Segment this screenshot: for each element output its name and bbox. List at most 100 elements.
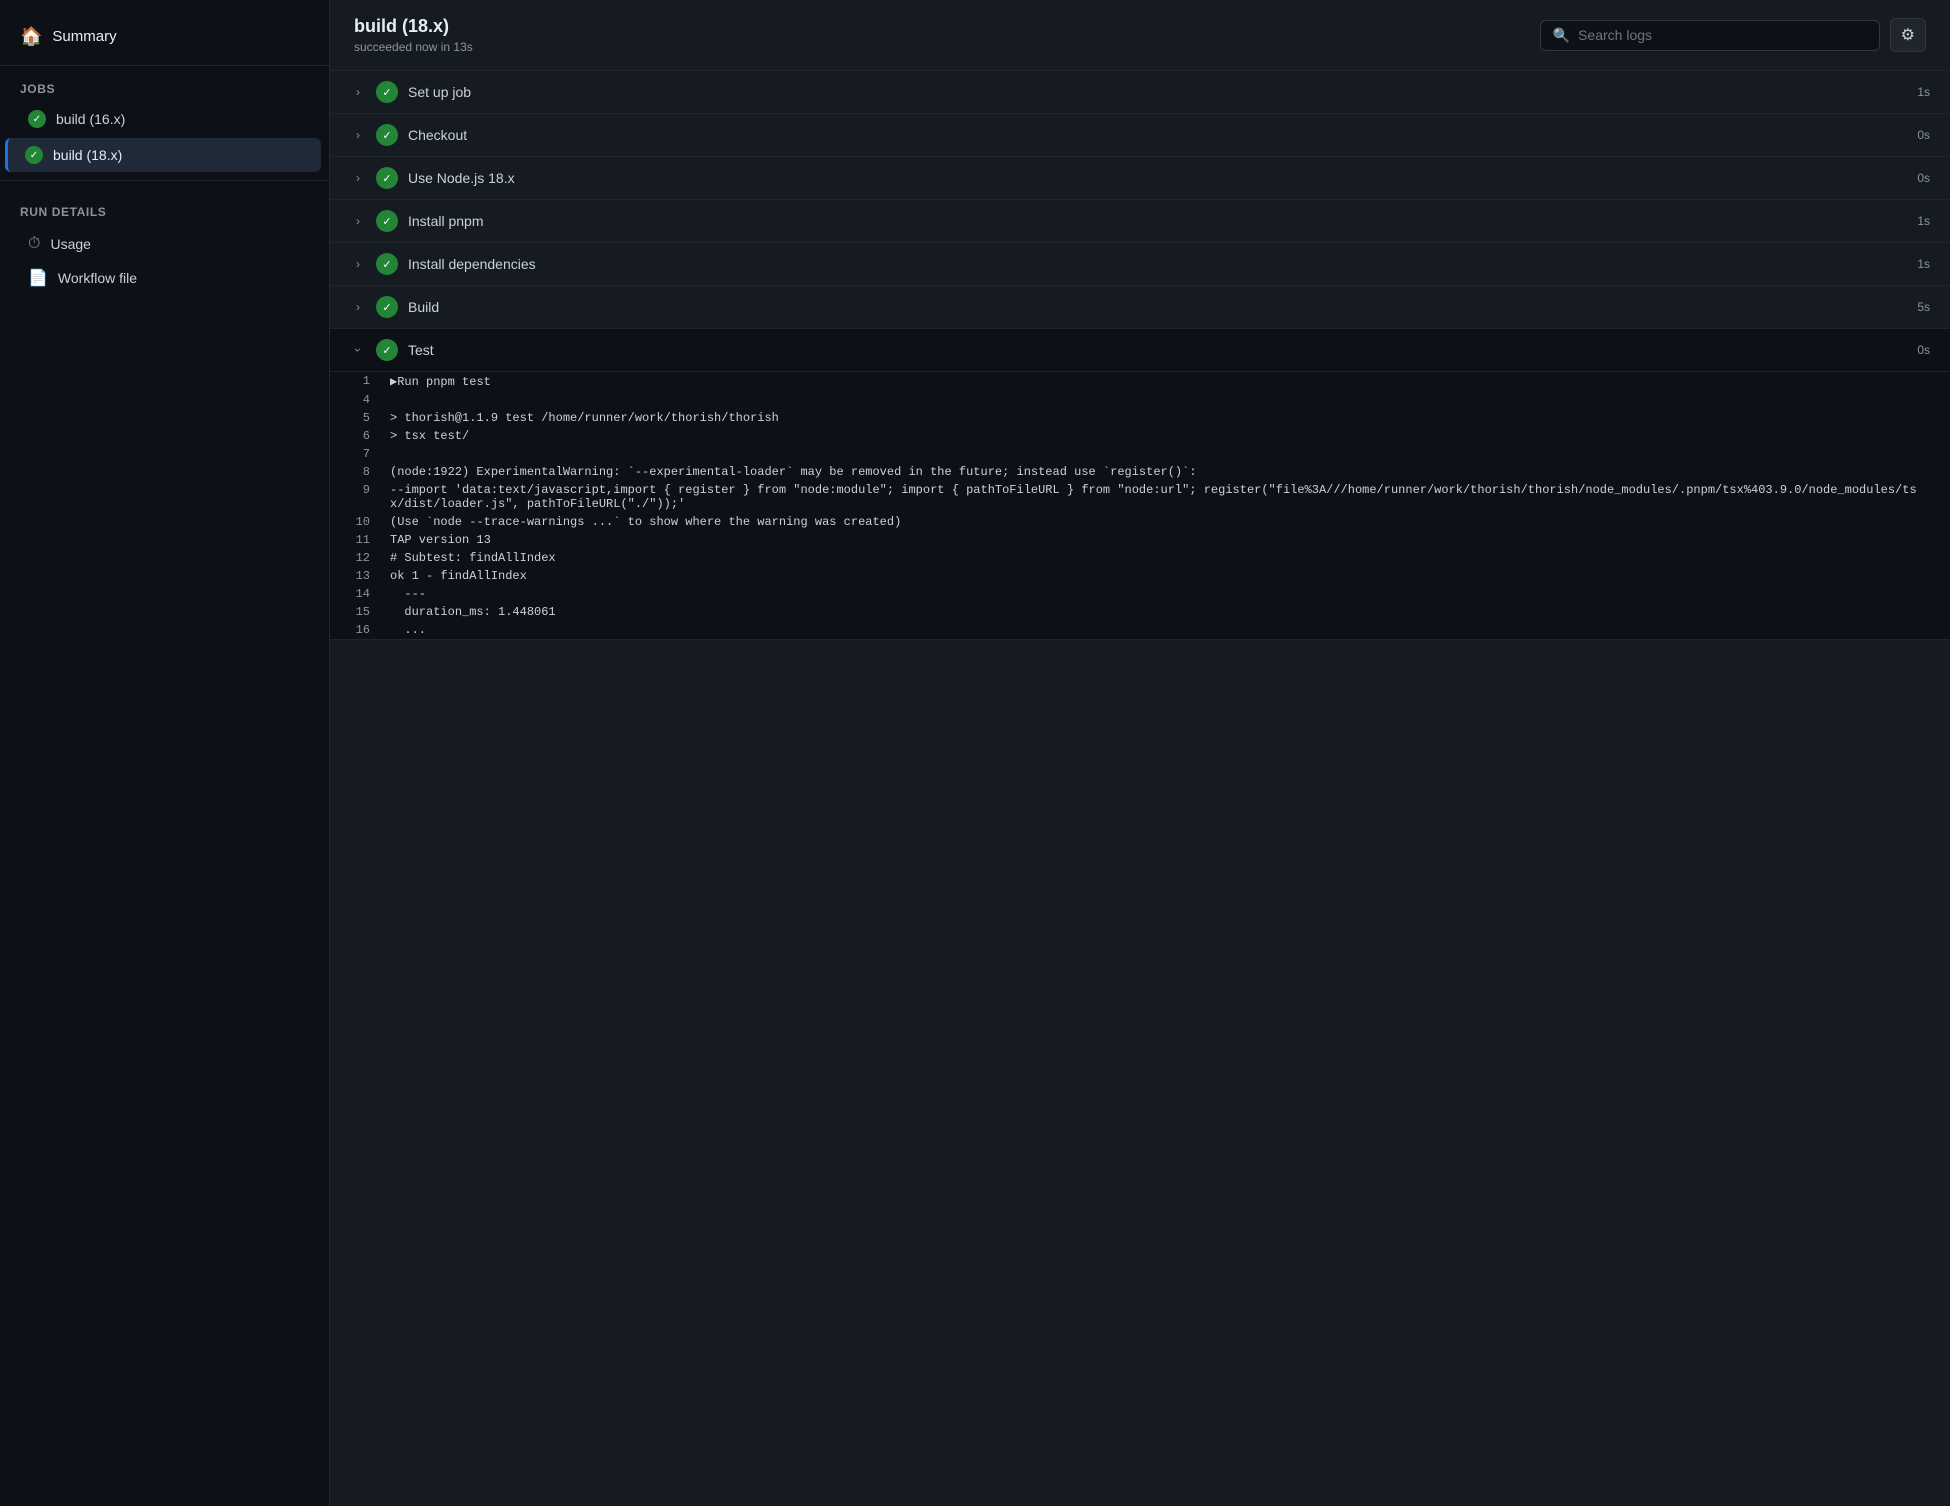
line-number: 5 [330,411,390,425]
sidebar-divider [0,65,329,66]
log-line: 10(Use `node --trace-warnings ...` to sh… [330,513,1950,531]
sidebar-job-label: build (18.x) [53,147,122,163]
step-name: Install pnpm [408,213,1890,229]
check-icon: ✓ [25,146,43,164]
step-check-icon: ✓ [376,124,398,146]
line-content: > thorish@1.1.9 test /home/runner/work/t… [390,411,1930,425]
log-line: 12# Subtest: findAllIndex [330,549,1950,567]
step-row-use-nodejs[interactable]: › ✓ Use Node.js 18.x 0s [330,157,1950,200]
sidebar-job-job-18[interactable]: ✓ build (18.x) [5,138,321,172]
steps-list: › ✓ Set up job 1s › ✓ Checkout 0s › ✓ Use Node.js … [330,71,1950,640]
search-box[interactable]: 🔍 [1540,20,1880,51]
log-line: 9--import 'data:text/javascript,import {… [330,481,1950,513]
main-header: build (18.x) succeeded now in 13s 🔍 ⚙ [330,0,1950,71]
step-duration: 0s [1900,171,1930,185]
log-line: 7 [330,445,1950,463]
sidebar-detail-workflow[interactable]: 📄 Workflow file [8,261,321,295]
chevron-icon: › [350,214,366,228]
home-icon: 🏠 [20,26,42,47]
step-row-build[interactable]: › ✓ Build 5s [330,286,1950,329]
log-line: 5> thorish@1.1.9 test /home/runner/work/… [330,409,1950,427]
line-content: ok 1 - findAllIndex [390,569,1930,583]
step-check-icon: ✓ [376,296,398,318]
chevron-icon: › [350,128,366,142]
line-number: 16 [330,623,390,637]
step-row-set-up-job[interactable]: › ✓ Set up job 1s [330,71,1950,114]
line-content: ▶Run pnpm test [390,374,1930,389]
log-line: 8(node:1922) ExperimentalWarning: `--exp… [330,463,1950,481]
line-number: 13 [330,569,390,583]
header-right: 🔍 ⚙ [1540,18,1926,52]
line-number: 11 [330,533,390,547]
step-check-icon: ✓ [376,81,398,103]
step-name: Set up job [408,84,1890,100]
line-number: 9 [330,483,390,497]
step-duration: 1s [1900,85,1930,99]
sidebar-summary-label: Summary [52,28,116,45]
sidebar-divider-2 [0,180,329,181]
step-check-icon: ✓ [376,253,398,275]
sidebar-detail-label: Usage [50,236,90,252]
chevron-icon: › [350,85,366,99]
log-line: 16 ... [330,621,1950,639]
line-number: 7 [330,447,390,461]
step-row-install-deps[interactable]: ›✓Install dependencies1s [330,243,1950,286]
line-content: > tsx test/ [390,429,1930,443]
chevron-icon: › [351,342,365,358]
step-check-icon: ✓ [376,210,398,232]
step-name: Test [408,342,1890,358]
log-line: 11TAP version 13 [330,531,1950,549]
step-duration: 0s [1900,343,1930,357]
step-duration: 1s [1900,214,1930,228]
workflow-icon: 📄 [28,268,48,288]
line-number: 14 [330,587,390,601]
sidebar-job-job-16[interactable]: ✓build (16.x) [8,102,321,136]
line-number: 4 [330,393,390,407]
sidebar-details-list: ⏱Usage 📄 Workflow file [0,228,329,295]
step-name: Build [408,299,1890,315]
line-content: (node:1922) ExperimentalWarning: `--expe… [390,465,1930,479]
step-name: Use Node.js 18.x [408,170,1890,186]
search-logs-input[interactable] [1578,27,1867,43]
step-row-test[interactable]: › ✓ Test 0s [330,329,1950,372]
chevron-icon: › [350,257,366,271]
job-subtitle: succeeded now in 13s [354,40,473,54]
sidebar: 🏠 Summary Jobs ✓build (16.x)✓build (18.x… [0,0,330,1506]
sidebar-detail-usage[interactable]: ⏱Usage [8,228,321,260]
line-number: 6 [330,429,390,443]
line-number: 15 [330,605,390,619]
sidebar-summary-link[interactable]: 🏠 Summary [0,16,329,57]
line-number: 8 [330,465,390,479]
chevron-icon: › [350,171,366,185]
run-details-label: Run details [0,189,329,227]
step-row-install-pnpm[interactable]: › ✓ Install pnpm 1s [330,200,1950,243]
check-icon: ✓ [28,110,46,128]
log-line: 15 duration_ms: 1.448061 [330,603,1950,621]
step-check-icon: ✓ [376,167,398,189]
gear-button[interactable]: ⚙ [1890,18,1926,52]
log-line: 1▶Run pnpm test [330,372,1950,391]
line-content: --import 'data:text/javascript,import { … [390,483,1930,511]
line-content: --- [390,587,1930,601]
line-content: duration_ms: 1.448061 [390,605,1930,619]
step-duration: 0s [1900,128,1930,142]
search-icon: 🔍 [1553,27,1570,44]
sidebar-jobs-list: ✓build (16.x)✓build (18.x) [0,102,329,172]
step-name: Checkout [408,127,1890,143]
main-content: build (18.x) succeeded now in 13s 🔍 ⚙ › ✓… [330,0,1950,1506]
line-content: (Use `node --trace-warnings ...` to show… [390,515,1930,529]
line-content: TAP version 13 [390,533,1930,547]
steps-container: › ✓ Set up job 1s › ✓ Checkout 0s › ✓ Use Node.js … [330,71,1950,1506]
sidebar-detail-label: Workflow file [58,270,137,286]
job-title: build (18.x) [354,16,473,37]
log-line: 14 --- [330,585,1950,603]
line-content: ... [390,623,1930,637]
step-name: Install dependencies [408,256,1890,272]
log-line: 6> tsx test/ [330,427,1950,445]
step-check-icon: ✓ [376,339,398,361]
step-row-checkout[interactable]: › ✓ Checkout 0s [330,114,1950,157]
step-duration: 5s [1900,300,1930,314]
chevron-icon: › [350,300,366,314]
log-line: 4 [330,391,1950,409]
line-number: 12 [330,551,390,565]
